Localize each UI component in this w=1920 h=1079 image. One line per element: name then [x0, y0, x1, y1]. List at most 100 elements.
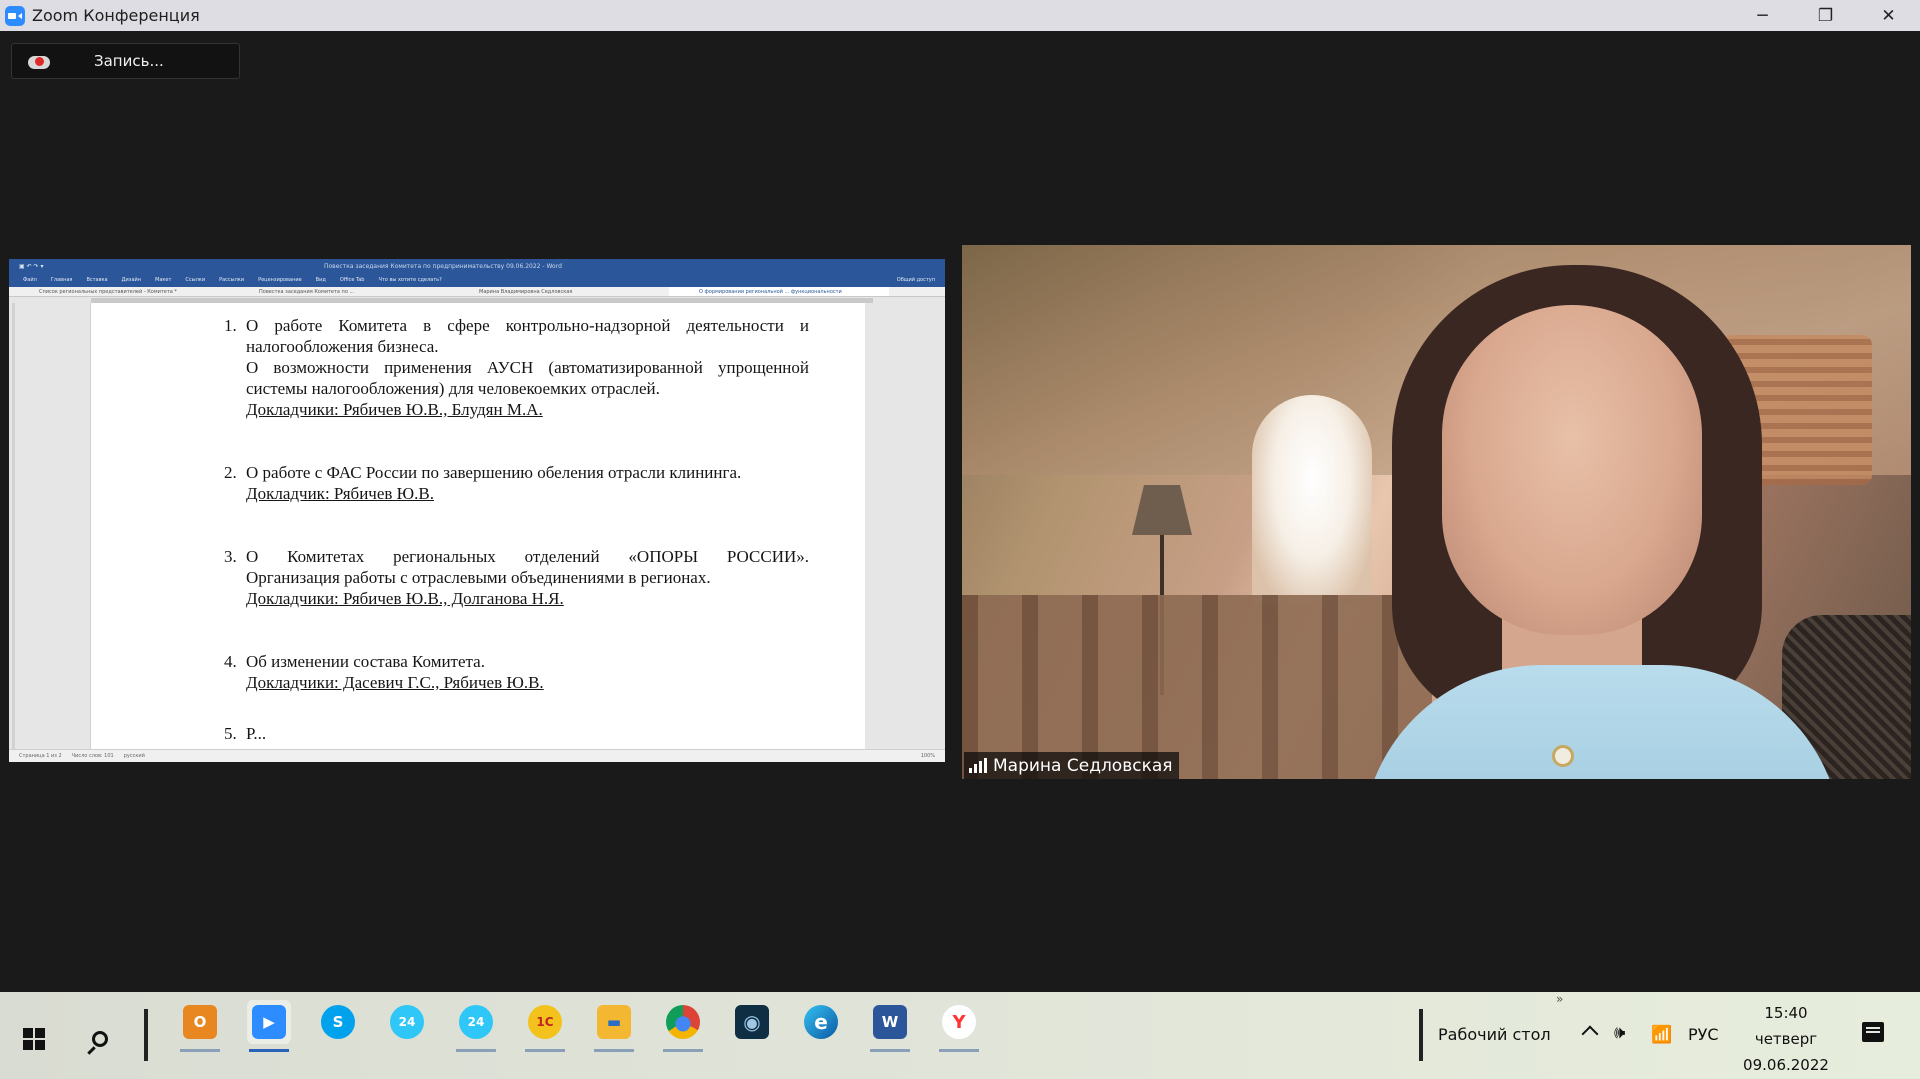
taskbar-app-bitrix24-2[interactable]: 24: [454, 1000, 498, 1052]
word-ribbon-tabs: Файл Главная Вставка Дизайн Макет Ссылки…: [9, 273, 945, 287]
agenda-item-text: Р...: [246, 724, 267, 743]
taskbar-app-chrome[interactable]: ●: [661, 1000, 705, 1052]
agenda-item-text: О Комитетах региональных отделений «ОПОР…: [246, 547, 809, 566]
word-status-page: Страница 1 из 2: [19, 753, 62, 759]
agenda-item: 5. Р...: [224, 723, 809, 744]
word-ribbon-tab: Рассылки: [219, 277, 245, 283]
desktop-toolbar-label[interactable]: Рабочий стол: [1438, 1025, 1551, 1044]
outlook-icon: O: [183, 1005, 217, 1039]
shared-screen[interactable]: ▣ ↶ ↷ ▾ Повестка заседания Комитета по п…: [9, 259, 945, 762]
agenda-item-speakers: Докладчики: Рябичев Ю.В., Блудян М.А.: [246, 400, 543, 419]
agenda-item-speakers: Докладчики: Рябичев Ю.В., Долганова Н.Я.: [246, 589, 564, 608]
agenda-item-text: Об изменении состава Комитета.: [246, 652, 485, 671]
word-document-tabs: Список региональных представителей - Ком…: [9, 287, 945, 297]
word-ribbon-tab: Файл: [23, 277, 37, 283]
taskbar-app-word[interactable]: W: [868, 1000, 912, 1052]
word-status-bar: Страница 1 из 2 Число слов: 101 русский …: [9, 749, 945, 762]
word-right-margin: [865, 303, 945, 749]
recording-indicator[interactable]: Запись...: [11, 43, 240, 79]
zoom-app-icon: [5, 5, 25, 26]
agenda-item: 4. Об изменении состава Комитета. Доклад…: [224, 651, 809, 693]
skype-icon: S: [321, 1005, 355, 1039]
agenda-item-text: Организация работы с отраслевыми объедин…: [246, 568, 711, 587]
agenda-item-number: 3.: [224, 547, 237, 566]
agenda-item-number: 2.: [224, 463, 237, 482]
word-left-margin: [9, 303, 91, 749]
participant-video[interactable]: Марина Седловская: [962, 245, 1911, 779]
agenda-item-text: О возможности применения АУСН (автоматиз…: [246, 358, 809, 377]
bitrix24-icon: 24: [459, 1005, 493, 1039]
taskbar-app-file-explorer[interactable]: ▬: [592, 1000, 636, 1052]
word-ribbon-tab: Рецензирование: [258, 277, 302, 283]
word-ribbon-tab: Главная: [50, 277, 73, 283]
agenda-item: 2. О работе с ФАС России по завершению о…: [224, 462, 809, 504]
video-background-window: [1252, 395, 1372, 605]
word-ribbon-tab: Вставка: [86, 277, 108, 283]
notification-center-icon[interactable]: [1862, 1022, 1884, 1042]
close-button[interactable]: ✕: [1857, 0, 1920, 31]
video-background-lamp: [1132, 485, 1192, 535]
agenda-item-number: 1.: [224, 316, 237, 335]
system-clock[interactable]: 15:40 четверг 09.06.2022: [1738, 1000, 1834, 1078]
word-icon: W: [873, 1005, 907, 1039]
participant-name: Марина Седловская: [993, 755, 1173, 776]
start-button[interactable]: [14, 1019, 54, 1059]
word-quick-access: ▣ ↶ ↷ ▾: [19, 262, 44, 270]
yandex-icon: Y: [942, 1005, 976, 1039]
taskbar-app-bitrix24[interactable]: 24: [385, 1000, 429, 1044]
network-icon[interactable]: 📶: [1651, 1025, 1672, 1045]
word-doc-tab: Марина Владимировна Седловская: [479, 289, 573, 295]
agenda-item-text: О работе Комитета в сфере контрольно-над…: [246, 316, 809, 335]
windows-logo-icon: [23, 1028, 45, 1050]
show-hidden-icons-chevron-icon[interactable]: [1581, 1025, 1599, 1043]
search-button[interactable]: [80, 1019, 120, 1059]
agenda-item-text: системы налогообложения) для человекоемк…: [246, 379, 660, 398]
word-ribbon-tab: Макет: [155, 277, 172, 283]
word-status-words: Число слов: 101: [71, 753, 114, 759]
window-title: Zoom Конференция: [32, 6, 200, 25]
taskbar-app-skype[interactable]: S: [316, 1000, 360, 1044]
participant-name-tag: Марина Седловская: [964, 752, 1179, 779]
zoom-icon: ▶: [252, 1005, 286, 1039]
recording-label: Запись...: [94, 52, 164, 70]
taskbar-app-camera[interactable]: ◉: [730, 1000, 774, 1044]
edge-icon: e: [804, 1005, 838, 1039]
taskbar-app-outlook[interactable]: O: [178, 1000, 222, 1052]
word-doc-tab-active: О формировании региональной ... функцион…: [669, 287, 889, 296]
folder-icon: ▬: [597, 1005, 631, 1039]
agenda-item-number: 4.: [224, 652, 237, 671]
taskbar-app-zoom[interactable]: ▶: [247, 1000, 291, 1052]
taskbar: O ▶ S 24 24 1С ▬ ● ◉ e W Y » Рабочий сто…: [0, 992, 1920, 1079]
agenda-item: 3. О Комитетах региональных отделений «О…: [224, 546, 809, 609]
word-page: 1. О работе Комитета в сфере контрольно-…: [91, 303, 865, 749]
participant-face: [1442, 305, 1702, 635]
word-doc-tab: Список региональных представителей - Ком…: [39, 289, 177, 295]
restore-button[interactable]: ❐: [1794, 0, 1857, 31]
agenda-item: 1. О работе Комитета в сфере контрольно-…: [224, 315, 809, 420]
clock-time: 15:40: [1764, 1004, 1808, 1022]
language-indicator[interactable]: РУС: [1688, 1025, 1719, 1044]
word-status-language: русский: [123, 753, 145, 759]
camera-icon: ◉: [735, 1005, 769, 1039]
minimize-button[interactable]: ─: [1731, 0, 1794, 31]
title-bar: Zoom Конференция ─ ❐ ✕: [0, 0, 1920, 31]
agenda-item-text: налогообложения бизнеса.: [246, 337, 439, 356]
agenda-list: 1. О работе Комитета в сфере контрольно-…: [224, 315, 809, 744]
word-ribbon-tab: Ссылки: [185, 277, 206, 283]
word-ribbon-tab: Вид: [315, 277, 326, 283]
taskbar-app-1c[interactable]: 1С: [523, 1000, 567, 1052]
cloud-record-icon: [28, 53, 50, 69]
word-ribbon-tab: Office Tab: [339, 277, 365, 283]
word-document-title: Повестка заседания Комитета по предприни…: [324, 262, 562, 270]
taskbar-app-yandex[interactable]: Y: [937, 1000, 981, 1052]
word-status-zoom: 100%: [920, 753, 935, 759]
taskbar-overflow-icon[interactable]: »: [1556, 992, 1563, 1006]
taskbar-app-edge[interactable]: e: [799, 1000, 843, 1044]
word-ribbon-tab: Дизайн: [121, 277, 142, 283]
volume-icon[interactable]: 🕪: [1614, 1022, 1625, 1043]
window-controls: ─ ❐ ✕: [1731, 0, 1920, 31]
agenda-item-speakers: Докладчик: Рябичев Ю.В.: [246, 484, 434, 503]
word-title-bar: ▣ ↶ ↷ ▾ Повестка заседания Комитета по п…: [9, 259, 945, 273]
clock-date: 09.06.2022: [1743, 1056, 1829, 1074]
word-doc-tab: Повестка заседания Комитета по ...: [259, 289, 355, 295]
